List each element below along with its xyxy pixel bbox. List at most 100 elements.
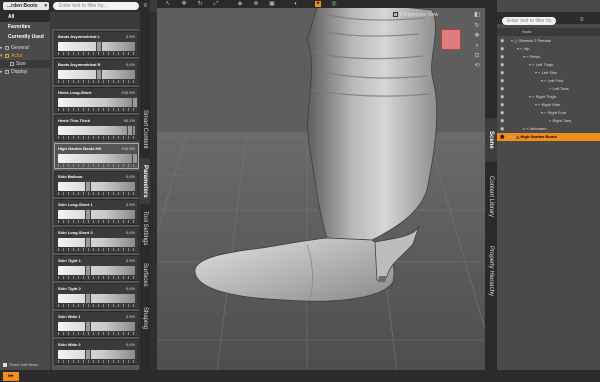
tree-item-display[interactable]: ▸ Display	[0, 68, 50, 76]
zoom-icon[interactable]: ⌕	[473, 42, 481, 50]
slider-shin-long-short-2[interactable]: Shin Long-Short 2 0.0%	[54, 227, 139, 253]
chevron-down-icon[interactable]: ▾	[529, 62, 531, 67]
slider-track[interactable]	[58, 294, 135, 303]
eye-icon[interactable]: ◉	[500, 53, 504, 61]
tab-parameters[interactable]: Parameters	[140, 158, 150, 204]
chevron-down-icon[interactable]: ▾	[541, 78, 543, 83]
slider-shin-balloon[interactable]: Shin Balloon 0.0%	[54, 171, 139, 197]
slider-shin-tight-2[interactable]: Shin Tight 2 0.0%	[54, 283, 139, 309]
category-all[interactable]: All	[0, 12, 50, 22]
slider-track[interactable]	[58, 154, 135, 163]
scene-node-right-toes[interactable]: ◉ ⌐ Right Toes	[497, 117, 600, 125]
slider-track[interactable]	[58, 266, 135, 275]
chevron-down-icon[interactable]: ▾	[529, 94, 531, 99]
camera-tool-icon[interactable]: ◎	[331, 1, 337, 7]
slider-knob[interactable]	[132, 153, 138, 164]
eye-icon[interactable]: ◉	[500, 77, 504, 85]
tab-shaping[interactable]: Shaping	[140, 298, 150, 338]
chevron-down-icon[interactable]: ▾	[535, 102, 537, 107]
frame-icon[interactable]: ⊡	[473, 52, 481, 60]
slider-shin-long-short-1[interactable]: Shin Long-Short 1 0.0%	[54, 199, 139, 225]
scene-node-left-toes[interactable]: ◉ ⌐ Left Toes	[497, 85, 600, 93]
active-tool-icon[interactable]: ✦	[315, 1, 321, 7]
chevron-right-icon[interactable]: ▸	[513, 134, 515, 139]
eye-icon[interactable]: ◉	[500, 93, 504, 101]
slider-knob[interactable]	[85, 209, 91, 220]
slider-value[interactable]: 0.0%	[126, 174, 135, 179]
eye-icon[interactable]: ◉	[500, 45, 504, 53]
slider-shin-wide-2[interactable]: Shin Wide 2 0.0%	[54, 339, 139, 365]
slider-value[interactable]: 0.0%	[126, 230, 135, 235]
eye-icon[interactable]: ◉	[500, 69, 504, 77]
tree-item-size[interactable]: Size	[0, 60, 50, 68]
slider-shin-wide-1[interactable]: Shin Wide 1 0.0%	[54, 311, 139, 337]
reset-view-icon[interactable]: ⟲	[473, 62, 481, 70]
eye-icon[interactable]: ◉	[500, 125, 504, 133]
slider-knob[interactable]	[85, 265, 91, 276]
node-tool-icon[interactable]: ◈	[237, 1, 243, 7]
eye-icon[interactable]: ◉	[500, 109, 504, 117]
slider-track[interactable]	[58, 350, 135, 359]
pan-icon[interactable]: ✥	[473, 32, 481, 40]
tree-item-actor[interactable]: ▾ Actor	[0, 52, 50, 60]
tab-tool-settings[interactable]: Tool Settings	[140, 204, 150, 252]
app-logo-button[interactable]: ▸▸	[3, 372, 19, 381]
tab-surfaces[interactable]: Surfaces	[140, 252, 150, 298]
scene-node-high-garden-boots[interactable]: ◉ 🔒 ▸ △ High Garden Boots	[497, 133, 600, 141]
checkbox-icon[interactable]	[3, 362, 7, 367]
tree-item-general[interactable]: ▸ General	[0, 44, 50, 52]
scene-node-right-thigh[interactable]: ◉ ▾ ⌐ Right Thigh	[497, 93, 600, 101]
slider-track[interactable]	[58, 322, 135, 331]
3d-viewport[interactable]	[157, 0, 485, 370]
slider-value[interactable]: 90.2%	[124, 118, 135, 123]
slider-value[interactable]: 0.0%	[126, 286, 135, 291]
scene-node-left-foot[interactable]: ◉ ▾ ⌐ Left Foot	[497, 77, 600, 85]
show-sub-items-toggle[interactable]: Show Sub Items	[3, 362, 38, 367]
chevron-down-icon[interactable]: ▾	[517, 46, 519, 51]
tab-smart-content[interactable]: Smart Content	[140, 100, 150, 158]
slider-track[interactable]	[58, 182, 135, 191]
slider-knob[interactable]	[85, 237, 91, 248]
slider-shin-tight-1[interactable]: Shin Tight 1 0.0%	[54, 255, 139, 281]
camera-icon[interactable]	[393, 12, 398, 17]
chevron-right-icon[interactable]: ▸	[523, 126, 525, 131]
parameter-filter-input[interactable]: Enter text to filter by...	[53, 2, 139, 10]
scene-node-genesis-2-female[interactable]: ◉ ▾ △ Genesis 2 Female	[497, 37, 600, 45]
left-pane-scrollbar[interactable]	[150, 12, 157, 370]
slider-track[interactable]	[58, 238, 135, 247]
region-tool-icon[interactable]: ▣	[269, 1, 275, 7]
scene-node-right-foot[interactable]: ◉ ▾ ⌐ Right Foot	[497, 109, 600, 117]
joint-tool-icon[interactable]: ⊕	[253, 1, 259, 7]
slider-knob[interactable]	[85, 181, 91, 192]
slider-value[interactable]: 0.0%	[126, 34, 135, 39]
scene-node-left-shin[interactable]: ◉ ▾ ⌐ Left Shin	[497, 69, 600, 77]
scene-node-right-shin[interactable]: ◉ ▾ ⌐ Right Shin	[497, 101, 600, 109]
select-tool-icon[interactable]: ↖	[165, 1, 171, 7]
camera-selector[interactable]: Perspective View	[400, 11, 438, 19]
rotate-tool-icon[interactable]: ↻	[197, 1, 203, 7]
eye-icon[interactable]: ◉	[500, 37, 504, 45]
tab-property-hierarchy[interactable]: Property Hierarchy	[485, 232, 497, 310]
slider-track[interactable]	[58, 210, 135, 219]
slider-boots-asymmetrical-l[interactable]: Boots Asymmetrical L 0.0%	[54, 31, 139, 57]
pane-options-icon[interactable]: ≡	[143, 3, 147, 9]
eye-icon[interactable]: ◉	[500, 85, 504, 93]
scene-node-pelvis[interactable]: ◉ ▾ ⌐ Pelvis	[497, 53, 600, 61]
preset-dropdown[interactable]: ...rden Boots ▾	[3, 2, 49, 10]
slider-value[interactable]: 0.0%	[126, 258, 135, 263]
scene-node-abdomen[interactable]: ◉ ▸ ⌐ Abdomen	[497, 125, 600, 133]
slider-heels-long-short[interactable]: Heels Long-Short 100.0%	[54, 87, 139, 113]
view-cube-icon[interactable]	[441, 29, 461, 50]
eye-icon[interactable]: ◉	[500, 133, 504, 141]
scene-options-icon[interactable]: ≡	[580, 17, 584, 23]
slider-knob[interactable]	[96, 69, 102, 80]
render-icon[interactable]: ◐	[293, 1, 299, 7]
scale-tool-icon[interactable]: ⤢	[213, 1, 219, 7]
slider-boots-asymmetrical-r[interactable]: Boots Asymmetrical R 0.0%	[54, 59, 139, 85]
tab-scene[interactable]: Scene	[485, 118, 497, 162]
slider-value[interactable]: 0.0%	[126, 342, 135, 347]
slider-knob[interactable]	[132, 97, 138, 108]
category-favorites[interactable]: Favorites	[0, 22, 50, 32]
slider-value[interactable]: 0.0%	[126, 202, 135, 207]
slider-value[interactable]: 0.0%	[126, 62, 135, 67]
